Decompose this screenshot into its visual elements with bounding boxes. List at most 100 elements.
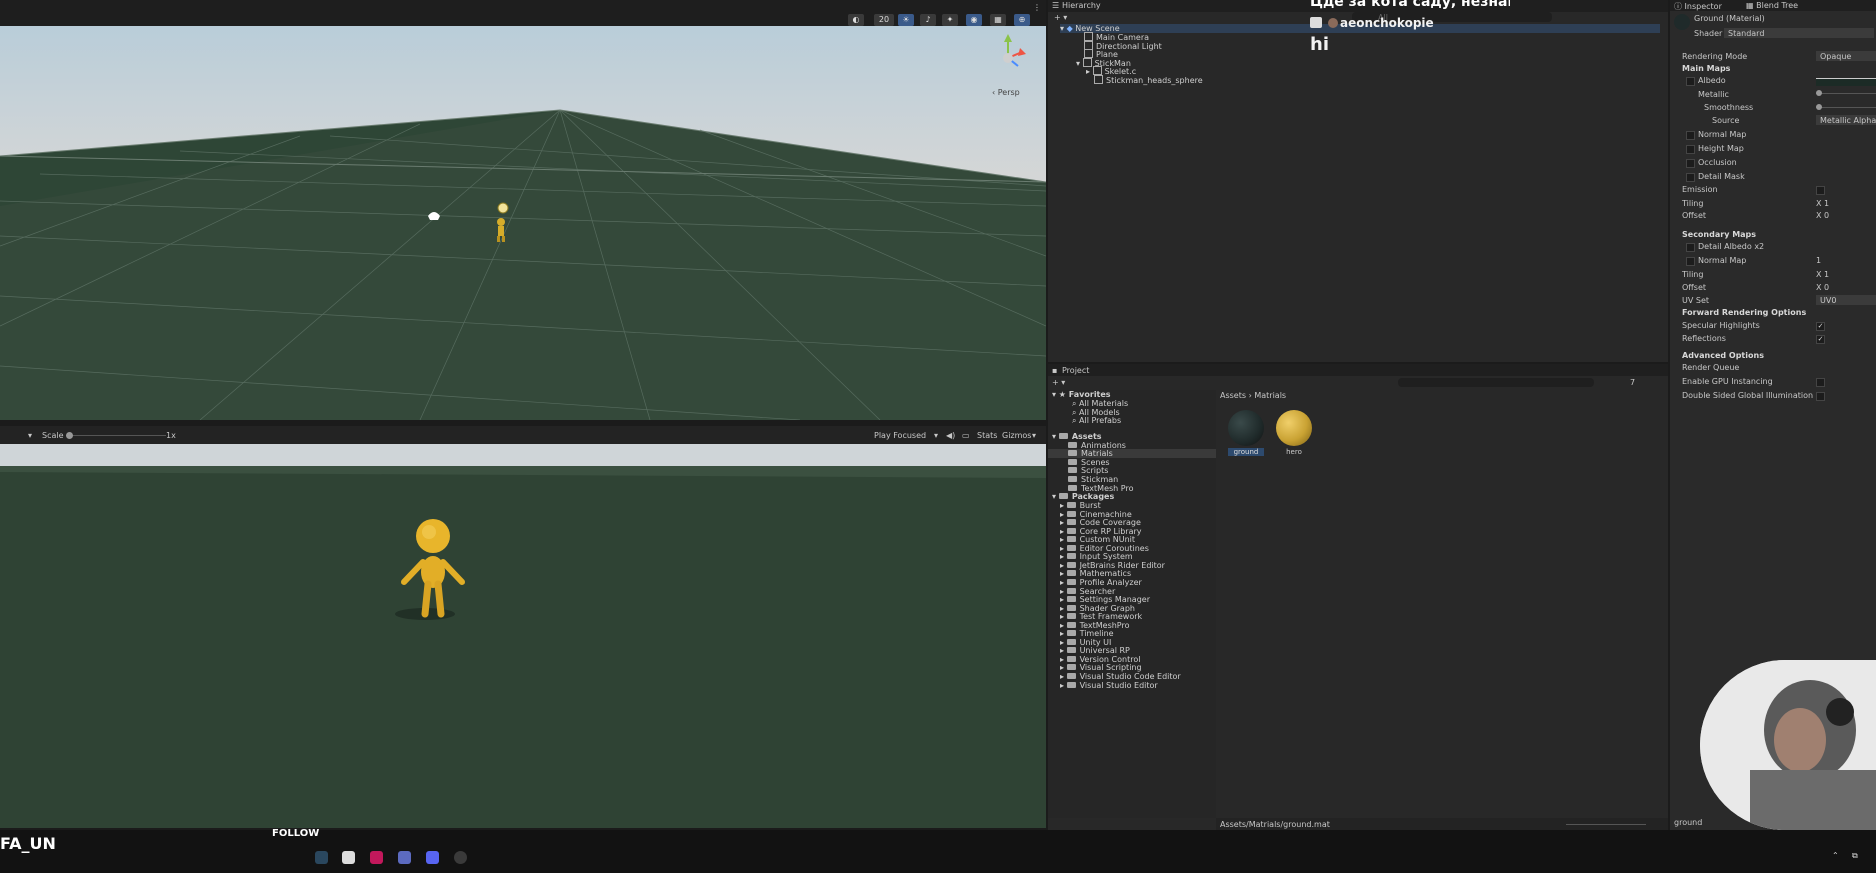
material-hero[interactable]: hero bbox=[1274, 410, 1314, 456]
tiling-label: Tiling bbox=[1682, 199, 1704, 208]
asset-folder[interactable]: Stickman bbox=[1068, 475, 1118, 484]
gameobject-icon bbox=[1084, 32, 1093, 41]
keyboard-icon[interactable]: ▭ bbox=[962, 431, 970, 440]
folder-icon bbox=[1066, 561, 1076, 568]
scale-slider-thumb[interactable] bbox=[66, 432, 73, 439]
shader-dropdown[interactable]: Standard bbox=[1724, 28, 1874, 38]
expand-chevron-icon[interactable]: ▸ bbox=[1060, 681, 1067, 690]
tiling-x-label: X bbox=[1816, 199, 1822, 208]
tiling2-x-field[interactable]: 1 bbox=[1824, 270, 1829, 279]
tiling2-x-value[interactable]: X 1 bbox=[1816, 270, 1829, 279]
game-viewport[interactable] bbox=[0, 444, 1046, 828]
height-map-slot[interactable] bbox=[1686, 145, 1695, 154]
reflections-checkbox[interactable]: ✓ bbox=[1816, 335, 1825, 344]
mute-audio-icon[interactable]: ◀) bbox=[946, 431, 955, 440]
metallic-slider-thumb[interactable] bbox=[1816, 90, 1822, 96]
blend-tree-tab[interactable]: ▦ Blend Tree bbox=[1746, 1, 1798, 10]
camera-settings-icon[interactable]: ▦ bbox=[990, 14, 1006, 26]
shader-value: Standard bbox=[1728, 29, 1765, 38]
render-mode-icon[interactable]: ◐ bbox=[848, 14, 864, 26]
project-search-input[interactable] bbox=[1398, 378, 1594, 387]
folder-icon bbox=[1066, 527, 1076, 534]
gpu-instancing-checkbox[interactable] bbox=[1816, 378, 1825, 387]
steam-icon[interactable] bbox=[315, 851, 328, 864]
unity-icon[interactable] bbox=[342, 851, 355, 864]
icon-size-slider[interactable] bbox=[1566, 824, 1646, 825]
package-folder-label: Visual Studio Editor bbox=[1079, 680, 1158, 690]
tray-chevron-icon[interactable]: ⌃ bbox=[1832, 851, 1839, 860]
smoothness-slider[interactable] bbox=[1816, 104, 1876, 110]
favorites-label: Favorites bbox=[1068, 390, 1111, 399]
albedo-texture-slot[interactable] bbox=[1686, 77, 1695, 86]
albedo-color-swatch[interactable] bbox=[1816, 78, 1876, 86]
breadcrumb: Assets › Matrials bbox=[1220, 391, 1286, 400]
tray-network-icon[interactable]: ⧉ bbox=[1852, 851, 1858, 861]
metallic-slider[interactable] bbox=[1816, 90, 1876, 96]
inspector-tab-label: Inspector bbox=[1684, 2, 1722, 11]
hidden-objects-icon[interactable]: ◉ bbox=[966, 14, 982, 26]
occlusion-slot[interactable] bbox=[1686, 159, 1695, 168]
offset-x-value[interactable]: X 0 bbox=[1816, 211, 1829, 220]
lighting-toggle-icon[interactable]: ☀ bbox=[898, 14, 914, 26]
rider-icon[interactable] bbox=[370, 851, 383, 864]
discord-icon[interactable] bbox=[426, 851, 439, 864]
project-tab-bar: ▪ Project bbox=[1048, 364, 1668, 376]
add-object-button[interactable]: + ▾ bbox=[1054, 13, 1067, 22]
2d-toggle-button[interactable]: 20 bbox=[874, 14, 894, 26]
favorites-section[interactable]: ▾ ★ Favorites bbox=[1052, 390, 1111, 399]
asset-folder-selected[interactable]: Matrials bbox=[1048, 449, 1216, 458]
gizmos-chevron-icon[interactable]: ▾ bbox=[1032, 431, 1036, 440]
orientation-gizmo[interactable] bbox=[988, 32, 1038, 82]
assets-section[interactable]: ▾ Assets bbox=[1052, 432, 1102, 441]
double-sided-gi-checkbox[interactable] bbox=[1816, 392, 1825, 401]
offset2-x-value[interactable]: X 0 bbox=[1816, 283, 1829, 292]
breadcrumb-matrials[interactable]: Matrials bbox=[1254, 391, 1286, 400]
display-dropdown-icon[interactable]: ▾ bbox=[28, 431, 32, 440]
gizmos-toggle-icon[interactable]: ⊕ bbox=[1014, 14, 1030, 26]
packages-section[interactable]: ▾ Packages bbox=[1052, 492, 1114, 501]
emission-checkbox[interactable] bbox=[1816, 186, 1825, 195]
play-mode-chevron-icon[interactable]: ▾ bbox=[934, 431, 938, 440]
secondary-normal-scale[interactable]: 1 bbox=[1816, 256, 1821, 265]
hierarchy-item-heads-sphere[interactable]: Stickman_heads_sphere bbox=[1094, 75, 1203, 85]
material-ground[interactable]: ground bbox=[1226, 410, 1266, 456]
tiling-x-value[interactable]: X 1 bbox=[1816, 199, 1829, 208]
create-asset-button[interactable]: + ▾ bbox=[1052, 378, 1065, 387]
offset2-x-field[interactable]: 0 bbox=[1824, 283, 1829, 292]
audio-toggle-icon[interactable]: ♪ bbox=[920, 14, 936, 26]
scale-slider[interactable] bbox=[66, 432, 166, 439]
uv-set-dropdown[interactable]: UV0 bbox=[1816, 295, 1876, 305]
offset-x-field[interactable]: 0 bbox=[1824, 211, 1829, 220]
normal-map-slot[interactable] bbox=[1686, 131, 1695, 140]
scene-viewport[interactable]: ‹ Persp bbox=[0, 26, 1046, 420]
gizmos-button[interactable]: Gizmos bbox=[1002, 431, 1031, 440]
breadcrumb-assets[interactable]: Assets bbox=[1220, 391, 1246, 400]
tiling2-x-label: X bbox=[1816, 270, 1822, 279]
secondary-normal-map-slot[interactable] bbox=[1686, 257, 1695, 266]
more-menu-icon[interactable]: ⋮ bbox=[1032, 2, 1042, 14]
rendering-mode-dropdown[interactable]: Opaque bbox=[1816, 51, 1876, 61]
follow-overlay: FOLLOW bbox=[272, 828, 320, 839]
specular-checkbox[interactable]: ✓ bbox=[1816, 322, 1825, 331]
stats-button[interactable]: Stats bbox=[977, 431, 997, 440]
project-tab[interactable]: Project bbox=[1062, 366, 1089, 375]
asset-folder[interactable]: Scripts bbox=[1068, 466, 1108, 475]
detail-albedo-slot[interactable] bbox=[1686, 243, 1695, 252]
detail-mask-slot[interactable] bbox=[1686, 173, 1695, 182]
effects-toggle-icon[interactable]: ✦ bbox=[942, 14, 958, 26]
material-thumbnail bbox=[1674, 14, 1690, 30]
chrome-icon[interactable] bbox=[454, 851, 467, 864]
source-dropdown[interactable]: Metallic Alpha bbox=[1816, 115, 1876, 125]
hierarchy-tab[interactable]: Hierarchy bbox=[1062, 1, 1101, 10]
tiling-x-field[interactable]: 1 bbox=[1824, 199, 1829, 208]
scene-view[interactable]: ◐ 20 ☀ ♪ ✦ ◉ ▦ ⊕ ⋮ ‹ Persp bbox=[0, 0, 1046, 420]
favorite-item[interactable]: ⌕ All Prefabs bbox=[1072, 416, 1121, 426]
play-mode-dropdown[interactable]: Play Focused bbox=[874, 431, 926, 440]
smoothness-slider-thumb[interactable] bbox=[1816, 104, 1822, 110]
inspector-tab[interactable]: ⓘ Inspector bbox=[1674, 1, 1722, 12]
package-folder[interactable]: ▸ Visual Studio Editor bbox=[1060, 681, 1158, 690]
preview-label: ground bbox=[1674, 818, 1703, 827]
projection-label[interactable]: ‹ Persp bbox=[992, 88, 1020, 97]
material-hero-label: hero bbox=[1286, 448, 1302, 456]
app-icon[interactable] bbox=[398, 851, 411, 864]
